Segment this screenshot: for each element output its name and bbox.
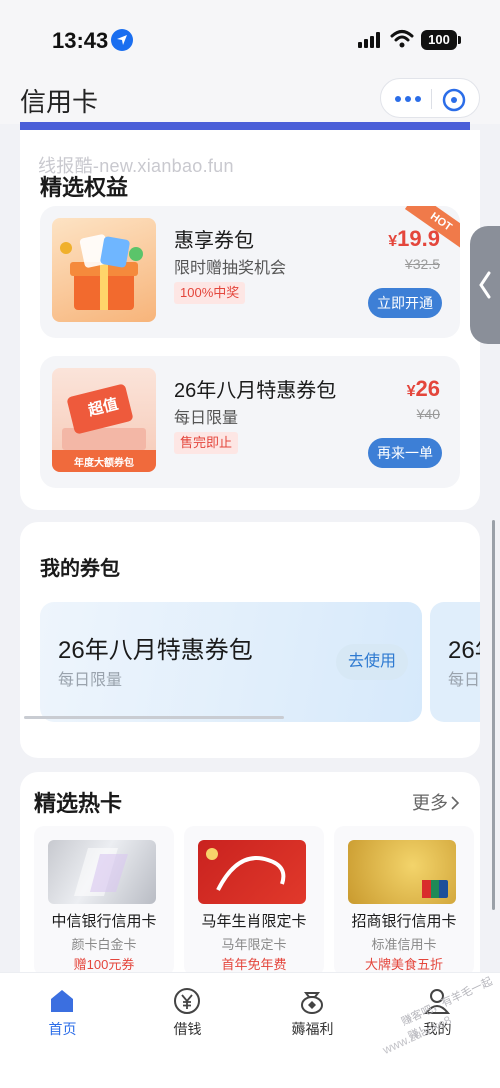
capsule-divider <box>431 89 432 109</box>
tab-label: 首页 <box>48 1021 77 1037</box>
home-icon <box>51 990 73 1012</box>
benefits-title: 精选权益 <box>40 175 129 200</box>
package-price: ¥19.9 <box>388 226 440 252</box>
use-coupon-button[interactable]: 去使用 <box>336 644 408 680</box>
image-caption: 年度大额券包 <box>74 458 134 469</box>
cellular-signal-icon <box>358 32 382 48</box>
more-label: 更多 <box>412 793 448 813</box>
card-promo: 首年免年费 <box>221 957 287 972</box>
coupon-name: 26年八月特惠券包 <box>448 637 480 664</box>
price-currency: ¥ <box>406 383 416 400</box>
package-subtitle: 每日限量 <box>174 410 239 427</box>
horse-year-card-image <box>198 840 306 904</box>
card-subtitle: 马年限定卡 <box>221 937 287 952</box>
card-promo: 大牌美食五折 <box>364 957 443 972</box>
price-currency: ¥ <box>388 233 398 250</box>
page-title: 信用卡 <box>20 87 99 117</box>
tab-welfare[interactable]: 薅福利 <box>250 973 375 1053</box>
tab-label: 薅福利 <box>291 1021 334 1037</box>
package-price: ¥26 <box>407 376 440 402</box>
banner-strip <box>20 122 470 130</box>
coupon-card[interactable]: 26年八月特惠券包 每日限量 去使用 <box>40 602 422 722</box>
card-name: 招商银行信用卡 <box>351 913 457 930</box>
citic-card-image <box>48 840 156 904</box>
package-subtitle: 限时赠抽奖机会 <box>174 260 287 277</box>
package-name: 26年八月特惠券包 <box>174 380 337 402</box>
coupon-gift-box-image <box>52 218 156 322</box>
package-original-price: ¥32.5 <box>404 256 440 272</box>
status-time: 13:43 <box>52 28 109 53</box>
more-dots-icon[interactable] <box>395 94 425 104</box>
tab-borrow[interactable]: 借钱 <box>125 973 250 1053</box>
battery-icon: 100 <box>421 30 461 50</box>
my-coupons-title: 我的券包 <box>40 558 120 580</box>
hot-card-item[interactable]: 中信银行信用卡 颜卡白金卡 赠100元券 <box>34 826 174 976</box>
vertical-scrollbar[interactable] <box>492 520 495 910</box>
tab-label: 借钱 <box>173 1021 202 1037</box>
tab-home[interactable]: 首页 <box>0 973 125 1053</box>
card-name: 中信银行信用卡 <box>51 913 157 930</box>
side-drawer-handle[interactable] <box>470 226 500 344</box>
package-tag: 售完即止 <box>174 432 239 454</box>
horizontal-scroll-indicator <box>24 716 284 719</box>
hot-card-item[interactable]: 马年生肖限定卡 马年限定卡 首年免年费 <box>184 826 324 976</box>
yuan-icon <box>174 988 200 1014</box>
location-arrow-icon <box>111 29 133 51</box>
chevron-left-icon <box>479 271 491 299</box>
coupon-subtitle: 每日限量 <box>58 672 123 689</box>
card-subtitle: 颜卡白金卡 <box>71 937 137 952</box>
package-tag: 100%中奖 <box>174 282 246 304</box>
value-coupon-image: 超值 年度大额券包 <box>52 368 156 472</box>
buy-again-button[interactable]: 再来一单 <box>368 438 442 468</box>
hot-card-item[interactable]: 招商银行信用卡 标准信用卡 大牌美食五折 <box>334 826 474 976</box>
nav-bar: 信用卡 <box>0 72 500 124</box>
activate-now-button[interactable]: 立即开通 <box>368 288 442 318</box>
card-subtitle: 标准信用卡 <box>371 937 437 952</box>
benefit-package-2[interactable]: 超值 年度大额券包 26年八月特惠券包 每日限量 售完即止 ¥26 ¥40 再来… <box>40 356 460 488</box>
close-miniprogram-icon[interactable] <box>441 87 467 113</box>
coupon-name: 26年八月特惠券包 <box>58 637 253 664</box>
hot-cards-title: 精选热卡 <box>34 791 123 816</box>
coupon-card-next[interactable]: 26年八月特惠券包 每日限量 <box>430 602 480 722</box>
price-value: 26 <box>415 376 440 401</box>
package-original-price: ¥40 <box>416 406 440 422</box>
chevron-right-icon <box>451 796 460 810</box>
coupon-subtitle: 每日限量 <box>448 672 480 689</box>
benefit-package-1[interactable]: 惠享券包 限时赠抽奖机会 100%中奖 ¥19.9 ¥32.5 立即开通 HOT <box>40 206 460 338</box>
card-name: 马年生肖限定卡 <box>201 913 307 930</box>
package-name: 惠享券包 <box>174 230 254 252</box>
cmb-card-image <box>348 840 456 904</box>
card-promo: 赠100元券 <box>73 957 135 972</box>
gift-bag-icon <box>301 992 323 1014</box>
miniprogram-capsule <box>380 78 480 118</box>
price-value: 19.9 <box>397 226 440 251</box>
more-link[interactable]: 更多 <box>412 789 460 815</box>
status-bar: 13:43 100 <box>0 0 500 72</box>
wifi-icon <box>390 30 414 48</box>
